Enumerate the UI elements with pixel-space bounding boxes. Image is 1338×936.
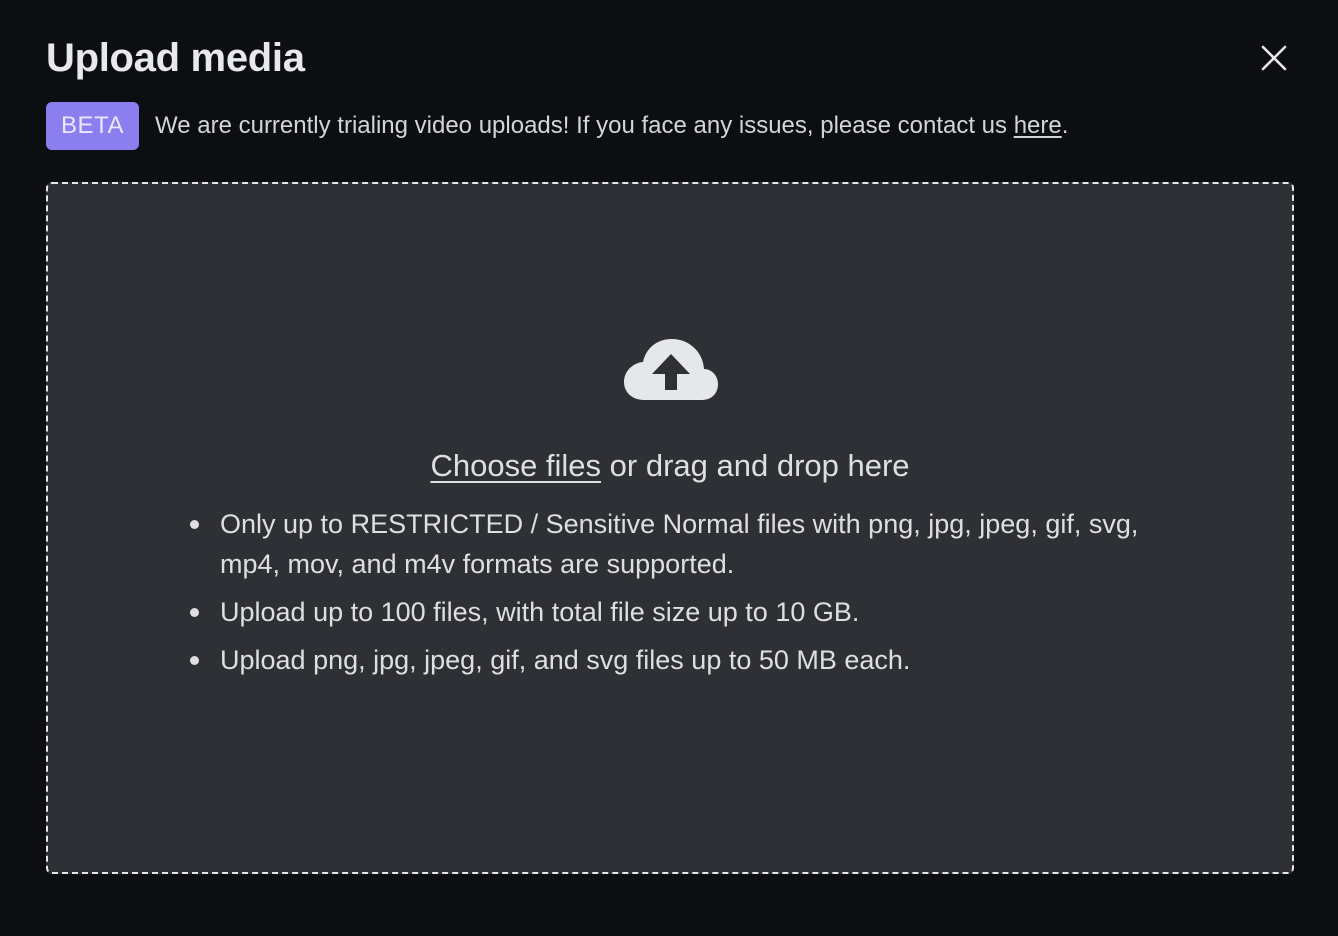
beta-notice: BETA We are currently trialing video upl… [46, 102, 1068, 150]
list-item: Upload up to 100 files, with total file … [190, 592, 1140, 632]
drag-drop-text: or drag and drop here [601, 448, 910, 483]
file-dropzone[interactable]: Choose files or drag and drop here Only … [46, 182, 1294, 874]
list-item: Upload png, jpg, jpeg, gif, and svg file… [190, 640, 1140, 680]
upload-rules-list: Only up to RESTRICTED / Sensitive Normal… [190, 504, 1140, 688]
notice-message: We are currently trialing video uploads!… [155, 112, 1014, 139]
upload-media-modal: Upload media BETA We are currently trial… [0, 0, 1338, 936]
rule-text: Upload png, jpg, jpeg, gif, and svg file… [220, 645, 911, 675]
rule-text: Only up to RESTRICTED / Sensitive Normal… [220, 509, 1139, 579]
close-icon [1261, 45, 1287, 71]
bullet-icon [190, 520, 199, 529]
choose-files-line: Choose files or drag and drop here [48, 446, 1292, 486]
notice-text: We are currently trialing video uploads!… [155, 112, 1068, 140]
list-item: Only up to RESTRICTED / Sensitive Normal… [190, 504, 1140, 584]
modal-title: Upload media [46, 36, 305, 80]
bullet-icon [190, 608, 199, 617]
bullet-icon [190, 656, 199, 665]
notice-period: . [1061, 112, 1069, 139]
cloud-upload-icon [624, 339, 718, 400]
choose-files-link[interactable]: Choose files [430, 448, 601, 483]
beta-badge: BETA [46, 102, 139, 150]
contact-link[interactable]: here [1014, 112, 1062, 139]
close-button[interactable] [1252, 38, 1296, 78]
rule-text: Upload up to 100 files, with total file … [220, 597, 860, 627]
